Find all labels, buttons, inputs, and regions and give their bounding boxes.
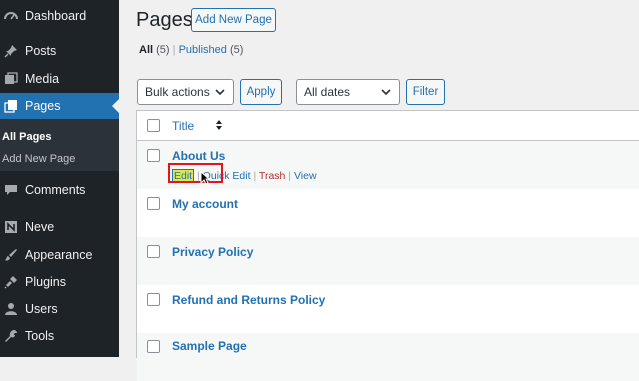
- active-indicator: [112, 99, 119, 113]
- comment-icon: [2, 181, 20, 199]
- row-title-link[interactable]: Sample Page: [172, 339, 247, 353]
- sidebar-item-label: Posts: [25, 44, 57, 58]
- filter-published-count: (5): [229, 44, 244, 56]
- dashboard-icon: [2, 7, 20, 25]
- row-checkbox[interactable]: [147, 197, 160, 210]
- sidebar-item-label: Neve: [25, 220, 55, 234]
- table-row: Refund and Returns Policy: [137, 285, 639, 333]
- view-link[interactable]: View: [294, 170, 317, 182]
- status-filters: All (5) | Published (5): [139, 44, 243, 56]
- sidebar-item-label: Dashboard: [25, 9, 87, 23]
- filter-button[interactable]: Filter: [406, 79, 445, 105]
- sidebar-item-comments[interactable]: Comments: [0, 177, 119, 203]
- select-all-checkbox[interactable]: [147, 119, 160, 132]
- pin-icon: [2, 42, 20, 60]
- row-checkbox[interactable]: [147, 293, 160, 306]
- sidebar-item-label: Pages: [25, 99, 61, 113]
- admin-sidebar: Dashboard Posts Media Pages All Pages Ad…: [0, 0, 119, 357]
- mouse-cursor-icon: [200, 171, 210, 185]
- neve-icon: [2, 218, 20, 236]
- action-separator: |: [253, 170, 257, 182]
- plugin-icon: [2, 273, 20, 291]
- sidebar-item-label: Users: [25, 302, 58, 316]
- sidebar-item-media[interactable]: Media: [0, 66, 119, 92]
- brush-icon: [2, 246, 20, 264]
- date-filter-select[interactable]: All dates: [296, 79, 400, 105]
- pages-table: Title About Us Edit | Quick Edit | Trash…: [136, 110, 639, 381]
- media-icon: [2, 70, 20, 88]
- sidebar-item-appearance[interactable]: Appearance: [0, 242, 119, 268]
- pages-icon: [2, 97, 20, 115]
- sidebar-item-label: Tools: [25, 329, 55, 343]
- row-checkbox[interactable]: [147, 245, 160, 258]
- wrench-icon: [2, 327, 20, 345]
- user-icon: [2, 300, 20, 318]
- sort-icon[interactable]: [215, 119, 223, 131]
- table-row: Privacy Policy: [137, 237, 639, 285]
- trash-link[interactable]: Trash: [259, 170, 285, 182]
- sidebar-item-label: Media: [25, 72, 60, 86]
- row-checkbox[interactable]: [147, 340, 160, 353]
- table-header: Title: [137, 111, 639, 141]
- sidebar-item-posts[interactable]: Posts: [0, 38, 119, 64]
- table-row: My account: [137, 189, 639, 237]
- sidebar-item-pages[interactable]: Pages: [0, 93, 119, 119]
- row-title-link[interactable]: My account: [172, 197, 238, 211]
- row-title-link[interactable]: Privacy Policy: [172, 245, 253, 259]
- bulk-actions-value: Bulk actions: [145, 85, 210, 99]
- row-checkbox[interactable]: [147, 149, 160, 162]
- sidebar-item-users[interactable]: Users: [0, 296, 119, 322]
- pages-submenu: All Pages Add New Page: [0, 119, 119, 171]
- filter-published[interactable]: Published: [179, 44, 227, 56]
- table-row: Sample Page: [137, 333, 639, 381]
- date-filter-value: All dates: [304, 85, 351, 99]
- action-separator: |: [288, 170, 292, 182]
- highlight-annotation: [168, 163, 223, 183]
- sidebar-item-label: Appearance: [25, 248, 93, 262]
- sidebar-item-neve[interactable]: Neve: [0, 214, 119, 240]
- submenu-all-pages[interactable]: All Pages: [2, 131, 52, 143]
- row-title-link[interactable]: About Us: [172, 149, 225, 163]
- column-title[interactable]: Title: [172, 119, 194, 133]
- chevron-down-icon: [381, 89, 391, 96]
- apply-button[interactable]: Apply: [240, 79, 282, 105]
- main-content: Pages Add New Page All (5) | Published (…: [119, 0, 639, 381]
- filter-separator: |: [172, 44, 176, 56]
- sidebar-item-tools[interactable]: Tools: [0, 323, 119, 349]
- sidebar-item-plugins[interactable]: Plugins: [0, 269, 119, 295]
- bulk-actions-select[interactable]: Bulk actions: [137, 79, 234, 105]
- sidebar-item-label: Comments: [25, 183, 86, 197]
- chevron-down-icon: [215, 89, 225, 96]
- page-title: Pages: [136, 9, 193, 31]
- filter-all-count: (5): [156, 44, 170, 56]
- sidebar-item-dashboard[interactable]: Dashboard: [0, 3, 119, 29]
- add-new-page-button[interactable]: Add New Page: [191, 8, 276, 32]
- sidebar-item-label: Plugins: [25, 275, 66, 289]
- submenu-add-new-page[interactable]: Add New Page: [2, 153, 75, 165]
- row-title-link[interactable]: Refund and Returns Policy: [172, 293, 325, 307]
- filter-all[interactable]: All: [139, 44, 153, 56]
